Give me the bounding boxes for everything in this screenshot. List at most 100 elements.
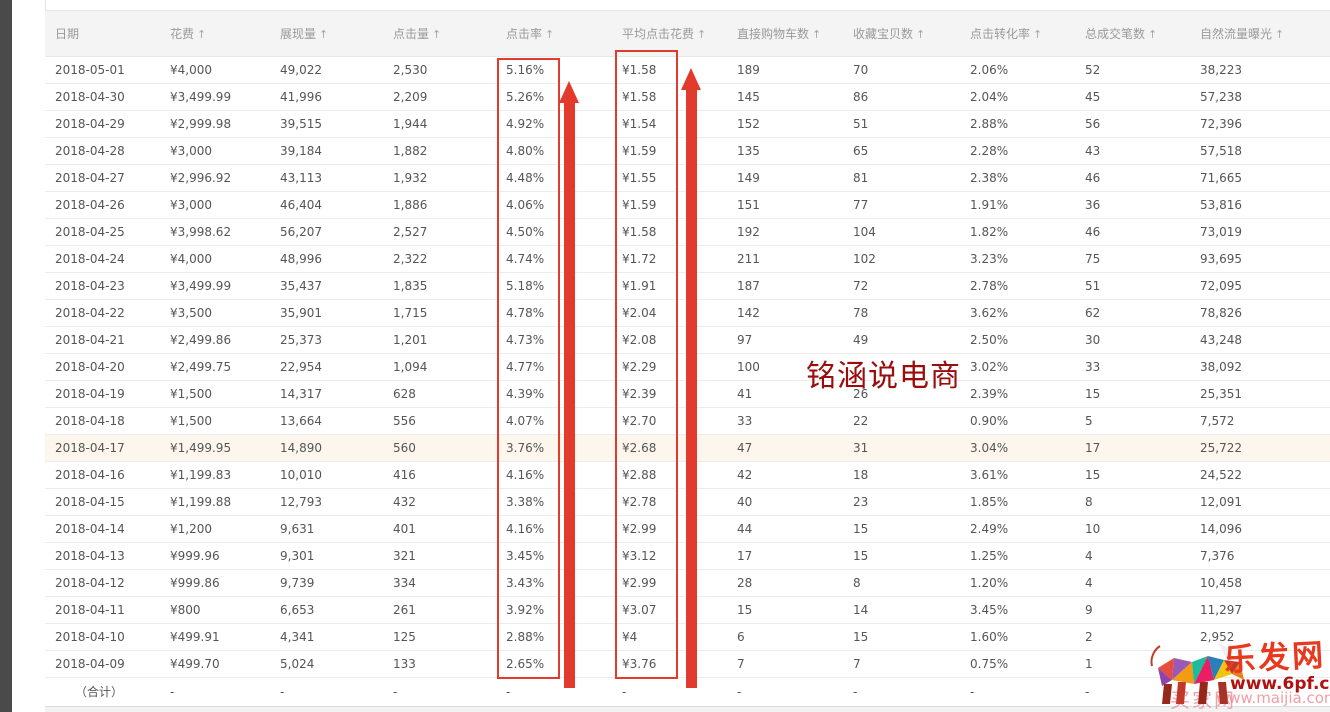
- table-cell: ¥3,998.62: [160, 219, 270, 246]
- table-cell: 23: [843, 489, 960, 516]
- table-cell: 56,207: [270, 219, 383, 246]
- sort-asc-icon[interactable]: ↑: [319, 28, 328, 41]
- table-cell: 3.02%: [960, 354, 1075, 381]
- table-cell: 15: [843, 543, 960, 570]
- table-cell: 43,113: [270, 165, 383, 192]
- table-cell: 2.88%: [960, 111, 1075, 138]
- sort-asc-icon[interactable]: ↑: [812, 28, 821, 41]
- table-cell: 2018-04-19: [45, 381, 160, 408]
- table-cell: 3.61%: [960, 462, 1075, 489]
- table-cell: 6: [727, 624, 843, 651]
- table-cell: 70: [843, 57, 960, 84]
- column-header[interactable]: 点击量↑: [383, 11, 496, 57]
- table-cell: 7: [843, 651, 960, 678]
- table-cell: 78: [843, 300, 960, 327]
- table-cell: 57,238: [1190, 84, 1330, 111]
- table-cell: 1.25%: [960, 543, 1075, 570]
- table-cell: ¥1,500: [160, 408, 270, 435]
- sort-asc-icon[interactable]: ↑: [545, 28, 554, 41]
- column-header[interactable]: 总成交笔数↑: [1075, 11, 1190, 57]
- table-cell: ¥4,000: [160, 246, 270, 273]
- table-cell: 45: [1075, 84, 1190, 111]
- table-cell: 5,024: [270, 651, 383, 678]
- total-cell: -: [727, 678, 843, 706]
- annotation-box-cpc-column: [615, 50, 678, 679]
- table-cell: 77: [843, 192, 960, 219]
- table-cell: 43,248: [1190, 327, 1330, 354]
- column-header[interactable]: 收藏宝贝数↑: [843, 11, 960, 57]
- column-header[interactable]: 展现量↑: [270, 11, 383, 57]
- column-header[interactable]: 点击转化率↑: [960, 11, 1075, 57]
- sort-asc-icon[interactable]: ↑: [432, 28, 441, 41]
- table-cell: ¥3,000: [160, 138, 270, 165]
- table-cell: 10,010: [270, 462, 383, 489]
- sort-asc-icon[interactable]: ↑: [916, 28, 925, 41]
- table-cell: ¥999.86: [160, 570, 270, 597]
- site-watermark: 买家网 www.maijia.com 乐发网 www.6pf.cn: [1148, 634, 1330, 712]
- table-cell: 24,522: [1190, 462, 1330, 489]
- table-cell: 36: [1075, 192, 1190, 219]
- left-dark-rail: [0, 0, 12, 712]
- column-label: 日期: [55, 27, 79, 41]
- table-cell: 2,209: [383, 84, 496, 111]
- table-cell: 2018-04-20: [45, 354, 160, 381]
- sort-asc-icon[interactable]: ↑: [1275, 28, 1284, 41]
- table-cell: 1.20%: [960, 570, 1075, 597]
- column-label: 收藏宝贝数: [853, 27, 913, 41]
- total-cell: -: [270, 678, 383, 706]
- table-cell: 40: [727, 489, 843, 516]
- table-cell: 6,653: [270, 597, 383, 624]
- sort-asc-icon[interactable]: ↑: [1033, 28, 1042, 41]
- table-cell: 73,019: [1190, 219, 1330, 246]
- table-cell: 42: [727, 462, 843, 489]
- table-cell: 2018-04-16: [45, 462, 160, 489]
- table-cell: 35,901: [270, 300, 383, 327]
- table-cell: 432: [383, 489, 496, 516]
- column-header[interactable]: 花费↑: [160, 11, 270, 57]
- table-cell: 2.49%: [960, 516, 1075, 543]
- table-cell: ¥3,000: [160, 192, 270, 219]
- table-cell: 13,664: [270, 408, 383, 435]
- table-cell: ¥3,499.99: [160, 84, 270, 111]
- table-cell: 15: [1075, 462, 1190, 489]
- column-header[interactable]: 直接购物车数↑: [727, 11, 843, 57]
- report-screen: 日期花费↑展现量↑点击量↑点击率↑平均点击花费↑直接购物车数↑收藏宝贝数↑点击转…: [0, 0, 1330, 712]
- table-cell: 560: [383, 435, 496, 462]
- table-cell: 1,932: [383, 165, 496, 192]
- table-cell: ¥3,500: [160, 300, 270, 327]
- sort-asc-icon[interactable]: ↑: [197, 28, 206, 41]
- table-cell: 38,092: [1190, 354, 1330, 381]
- table-cell: 10: [1075, 516, 1190, 543]
- column-header[interactable]: 自然流量曝光↑: [1190, 11, 1330, 57]
- table-cell: 9,301: [270, 543, 383, 570]
- table-cell: 46: [1075, 165, 1190, 192]
- table-cell: 2.39%: [960, 381, 1075, 408]
- table-cell: 3.62%: [960, 300, 1075, 327]
- table-cell: 2018-04-29: [45, 111, 160, 138]
- table-cell: 2018-04-26: [45, 192, 160, 219]
- table-cell: 1.85%: [960, 489, 1075, 516]
- table-cell: ¥499.70: [160, 651, 270, 678]
- sort-asc-icon[interactable]: ↑: [697, 28, 706, 41]
- table-cell: 334: [383, 570, 496, 597]
- table-cell: 211: [727, 246, 843, 273]
- table-cell: 33: [727, 408, 843, 435]
- total-cell: -: [383, 678, 496, 706]
- table-cell: 151: [727, 192, 843, 219]
- table-cell: 2018-04-24: [45, 246, 160, 273]
- table-cell: 8: [843, 570, 960, 597]
- table-cell: 2,530: [383, 57, 496, 84]
- column-header[interactable]: 点击率↑: [496, 11, 612, 57]
- total-cell: -: [843, 678, 960, 706]
- column-label: 平均点击花费: [622, 27, 694, 41]
- table-cell: ¥1,200: [160, 516, 270, 543]
- table-cell: 142: [727, 300, 843, 327]
- table-cell: 556: [383, 408, 496, 435]
- table-cell: 15: [843, 624, 960, 651]
- sort-asc-icon[interactable]: ↑: [1148, 28, 1157, 41]
- table-cell: 44: [727, 516, 843, 543]
- table-cell: 125: [383, 624, 496, 651]
- total-cell: -: [496, 678, 612, 706]
- table-cell: 3.04%: [960, 435, 1075, 462]
- table-cell: ¥800: [160, 597, 270, 624]
